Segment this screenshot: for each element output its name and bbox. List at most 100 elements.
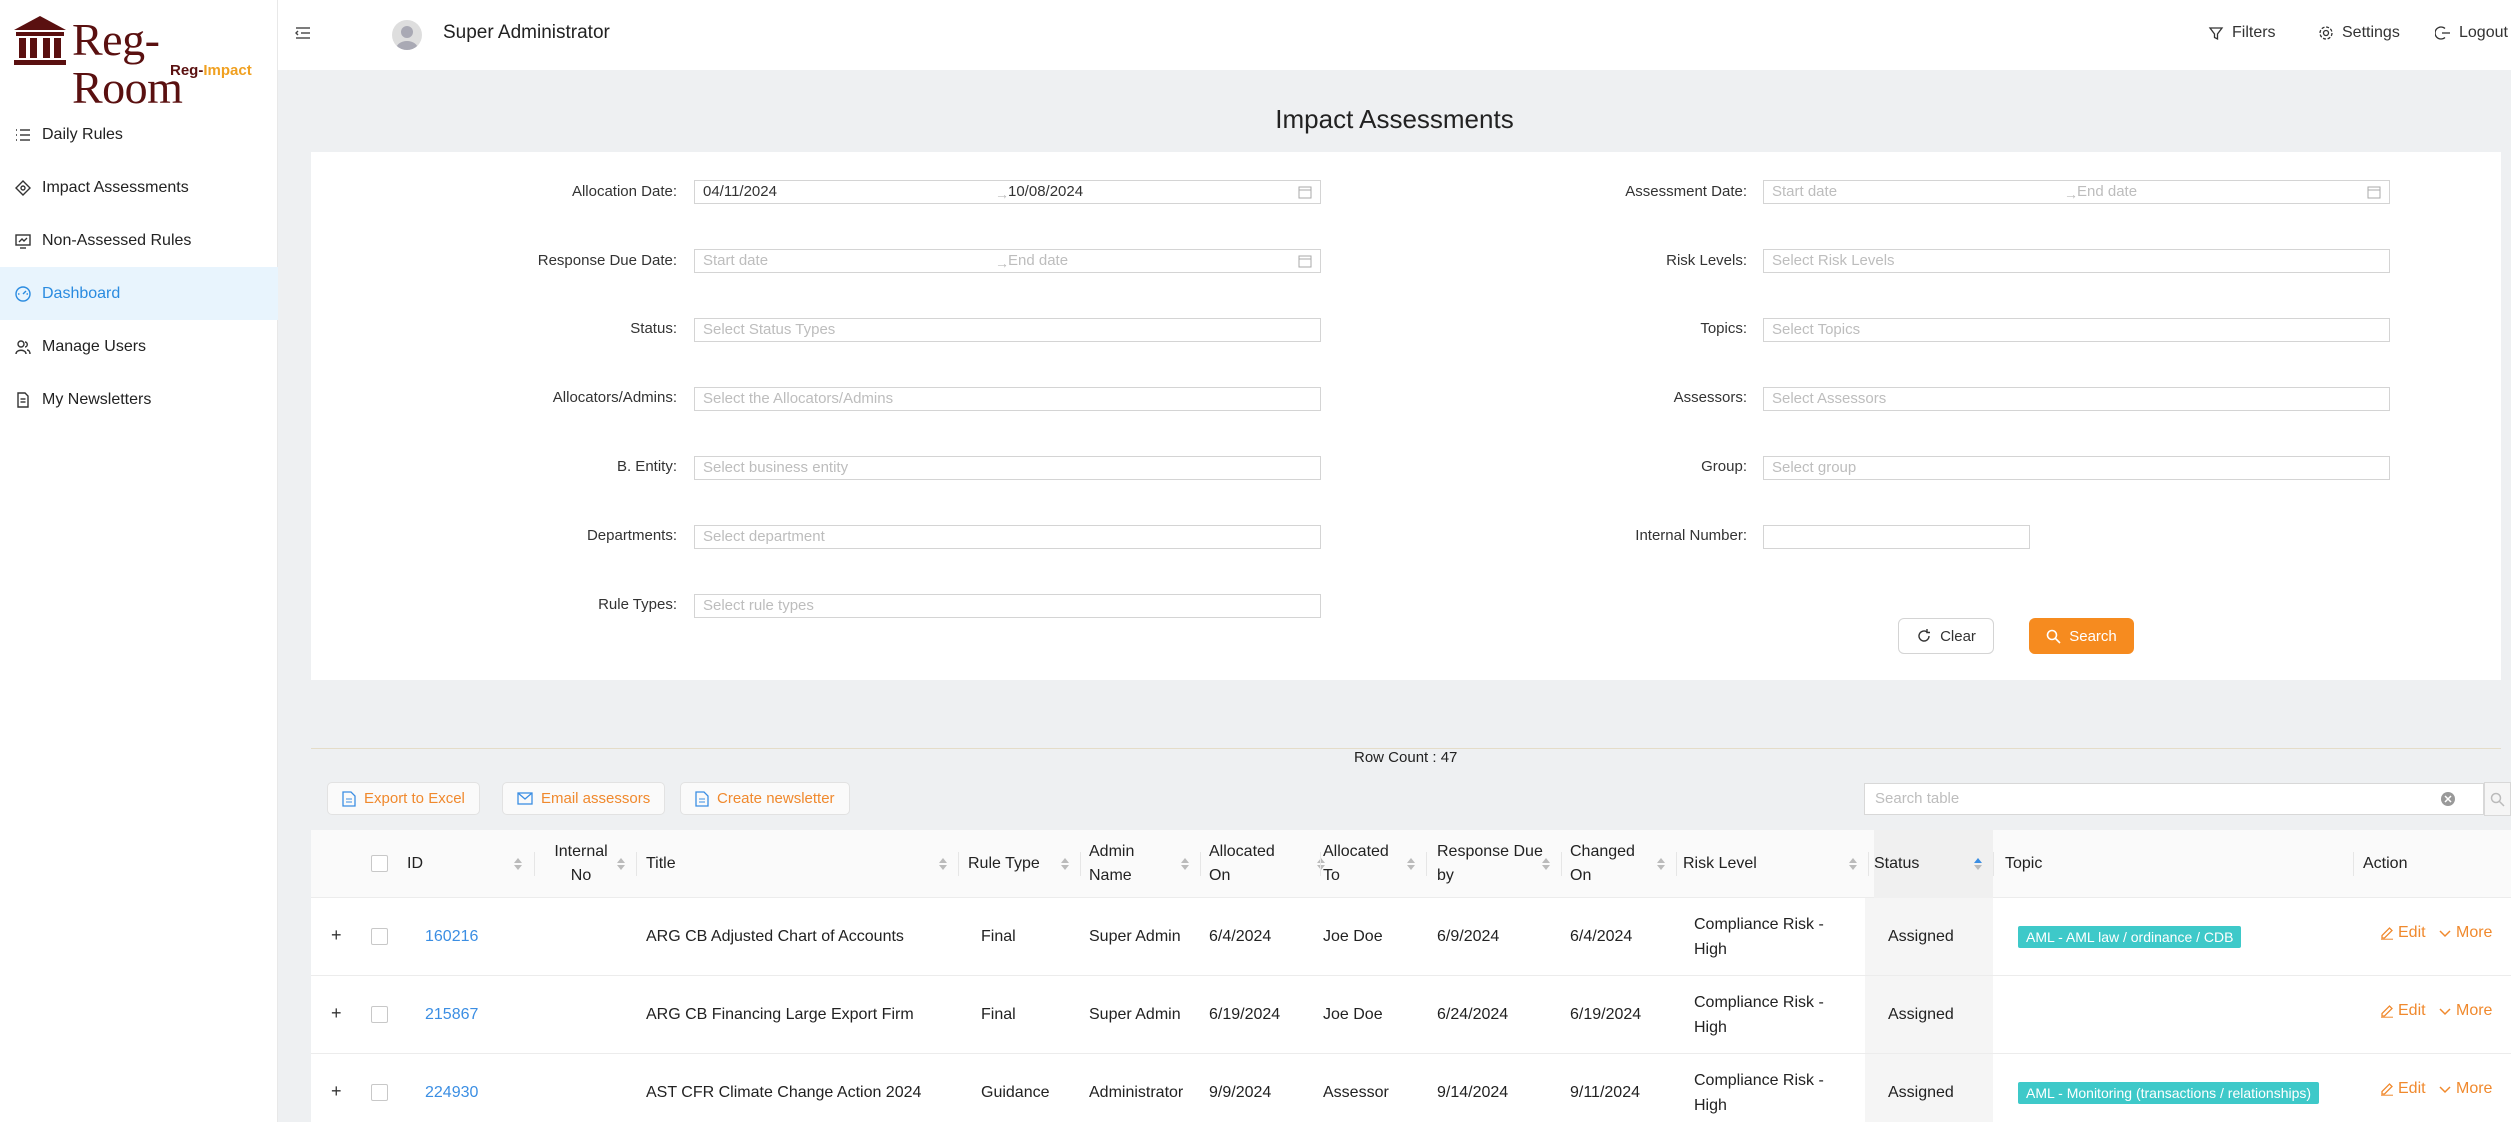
gear-icon [2319,26,2333,40]
sort-icon[interactable] [1060,856,1070,872]
sort-icon[interactable] [938,856,948,872]
column-header-response-due[interactable]: Response Due by [1437,830,1543,898]
sidebar-item-dashboard[interactable]: Dashboard [0,267,278,320]
allocation-start-date[interactable]: 04/11/2024 [703,183,777,200]
allocation-date-range[interactable]: 04/11/2024 → 10/08/2024 [694,180,1321,204]
assessments-table: ID Internal No Title Rule Type Admin Name … [311,830,2511,1122]
risk-levels-select[interactable]: Select Risk Levels [1763,249,2390,273]
column-header-rule-type[interactable]: Rule Type [968,830,1040,898]
more-dropdown[interactable]: More [2438,1002,2492,1020]
row-id-link[interactable]: 224930 [425,1080,478,1105]
group-select[interactable]: Select group [1763,456,2390,480]
row-checkbox[interactable] [371,928,388,945]
allocation-end-date[interactable]: 10/08/2024 [1008,181,1083,203]
topics-label: Topics: [1700,320,1747,337]
column-header-internal-no[interactable]: Internal No [539,830,623,898]
chevron-down-icon [2439,930,2451,938]
row-rule-type: Final [981,1006,1016,1023]
settings-button[interactable]: Settings [2318,24,2400,42]
sort-icon[interactable] [616,856,626,872]
sort-icon[interactable] [513,856,523,872]
top-header: Super Administrator Filters Settings Log… [278,0,2511,70]
column-header-title[interactable]: Title [646,830,676,898]
row-checkbox[interactable] [371,1084,388,1101]
departments-label: Departments: [586,527,677,544]
edit-button[interactable]: Edit [2380,1002,2426,1020]
sidebar-item-daily-rules[interactable]: Daily Rules [0,108,278,161]
create-newsletter-button[interactable]: Create newsletter [680,782,850,815]
expand-row-icon[interactable]: + [331,1003,342,1024]
sidebar-item-non-assessed-rules[interactable]: Non-Assessed Rules [0,214,278,267]
sidebar-item-manage-users[interactable]: Manage Users [0,320,278,373]
row-rule-type: Final [981,928,1016,945]
column-header-admin-name[interactable]: Admin Name [1089,830,1134,898]
topics-select[interactable]: Select Topics [1763,318,2390,342]
column-header-risk-level[interactable]: Risk Level [1683,830,1757,898]
entity-select[interactable]: Select business entity [694,456,1321,480]
menu-fold-icon[interactable] [294,24,312,42]
rule-types-select[interactable]: Select rule types [694,594,1321,618]
table-search-input[interactable]: Search table [1864,783,2484,815]
column-header-id[interactable]: ID [407,830,423,898]
more-dropdown[interactable]: More [2438,924,2492,942]
app-logo[interactable]: Reg-Room Reg-Impact [10,12,265,112]
row-admin-name: Super Admin [1089,1006,1181,1023]
internal-number-input[interactable] [1763,525,2030,549]
edit-button[interactable]: Edit [2380,924,2426,942]
column-header-changed-on[interactable]: Changed On [1570,830,1635,898]
row-checkbox[interactable] [371,1006,388,1023]
avatar[interactable] [392,20,422,50]
select-all-checkbox[interactable] [371,855,388,872]
assessors-select[interactable]: Select Assessors [1763,387,2390,411]
allocators-select[interactable]: Select the Allocators/Admins [694,387,1321,411]
edit-button[interactable]: Edit [2380,1080,2426,1098]
header-line: On [1209,867,1231,884]
calendar-icon [2367,186,2381,199]
filters-label: Filters [2232,24,2276,41]
allocators-label: Allocators/Admins: [552,389,677,406]
sort-active-icon[interactable] [1973,856,1983,872]
logout-button[interactable]: Logout [2435,24,2508,42]
sort-icon[interactable] [1656,856,1666,872]
sidebar-item-label: Impact Assessments [42,178,189,196]
assessment-start-date[interactable]: Start date [1772,183,1837,200]
sidebar-item-impact-assessments[interactable]: Impact Assessments [0,161,278,214]
arrow-right-icon: → [2064,186,2078,202]
row-id-link[interactable]: 160216 [425,924,478,949]
status-label: Status: [630,320,677,337]
email-assessors-button[interactable]: Email assessors [502,782,666,815]
row-status: Assigned [1888,1006,1954,1023]
document-icon [17,391,29,408]
expand-row-icon[interactable]: + [331,1081,342,1102]
sort-icon[interactable] [1541,856,1551,872]
assessment-date-range[interactable]: Start date → End date [1763,180,2390,204]
status-select[interactable]: Select Status Types [694,318,1321,342]
row-count-bar: Row Count : 47 [311,748,2501,766]
filters-button[interactable]: Filters [2208,24,2276,42]
sort-icon[interactable] [1406,856,1416,872]
column-header-allocated-to[interactable]: Allocated To [1323,830,1389,898]
search-label: Search [2069,627,2117,645]
column-header-allocated-on[interactable]: Allocated On [1209,830,1275,898]
clear-button[interactable]: Clear [1898,618,1994,654]
departments-select[interactable]: Select department [694,525,1321,549]
assessment-end-date[interactable]: End date [2077,181,2137,203]
chevron-down-icon [2439,1086,2451,1094]
sort-icon[interactable] [1848,856,1858,872]
sidebar-item-my-newsletters[interactable]: My Newsletters [0,373,278,426]
row-id-link[interactable]: 215867 [425,1002,478,1027]
search-button[interactable]: Search [2029,618,2134,654]
row-status: Assigned [1888,1084,1954,1101]
expand-row-icon[interactable]: + [331,925,342,946]
table-search-button[interactable] [2484,782,2511,816]
more-dropdown[interactable]: More [2438,1080,2492,1098]
response-start-date[interactable]: Start date [703,252,768,269]
sort-icon[interactable] [1180,856,1190,872]
chevron-down-icon [2439,1008,2451,1016]
response-end-date[interactable]: End date [1008,250,1068,272]
filter-icon [2208,27,2224,41]
response-due-date-range[interactable]: Start date → End date [694,249,1321,273]
export-excel-button[interactable]: Export to Excel [327,782,480,815]
edit-label: Edit [2398,924,2426,941]
clear-circle-icon[interactable] [2440,791,2456,807]
